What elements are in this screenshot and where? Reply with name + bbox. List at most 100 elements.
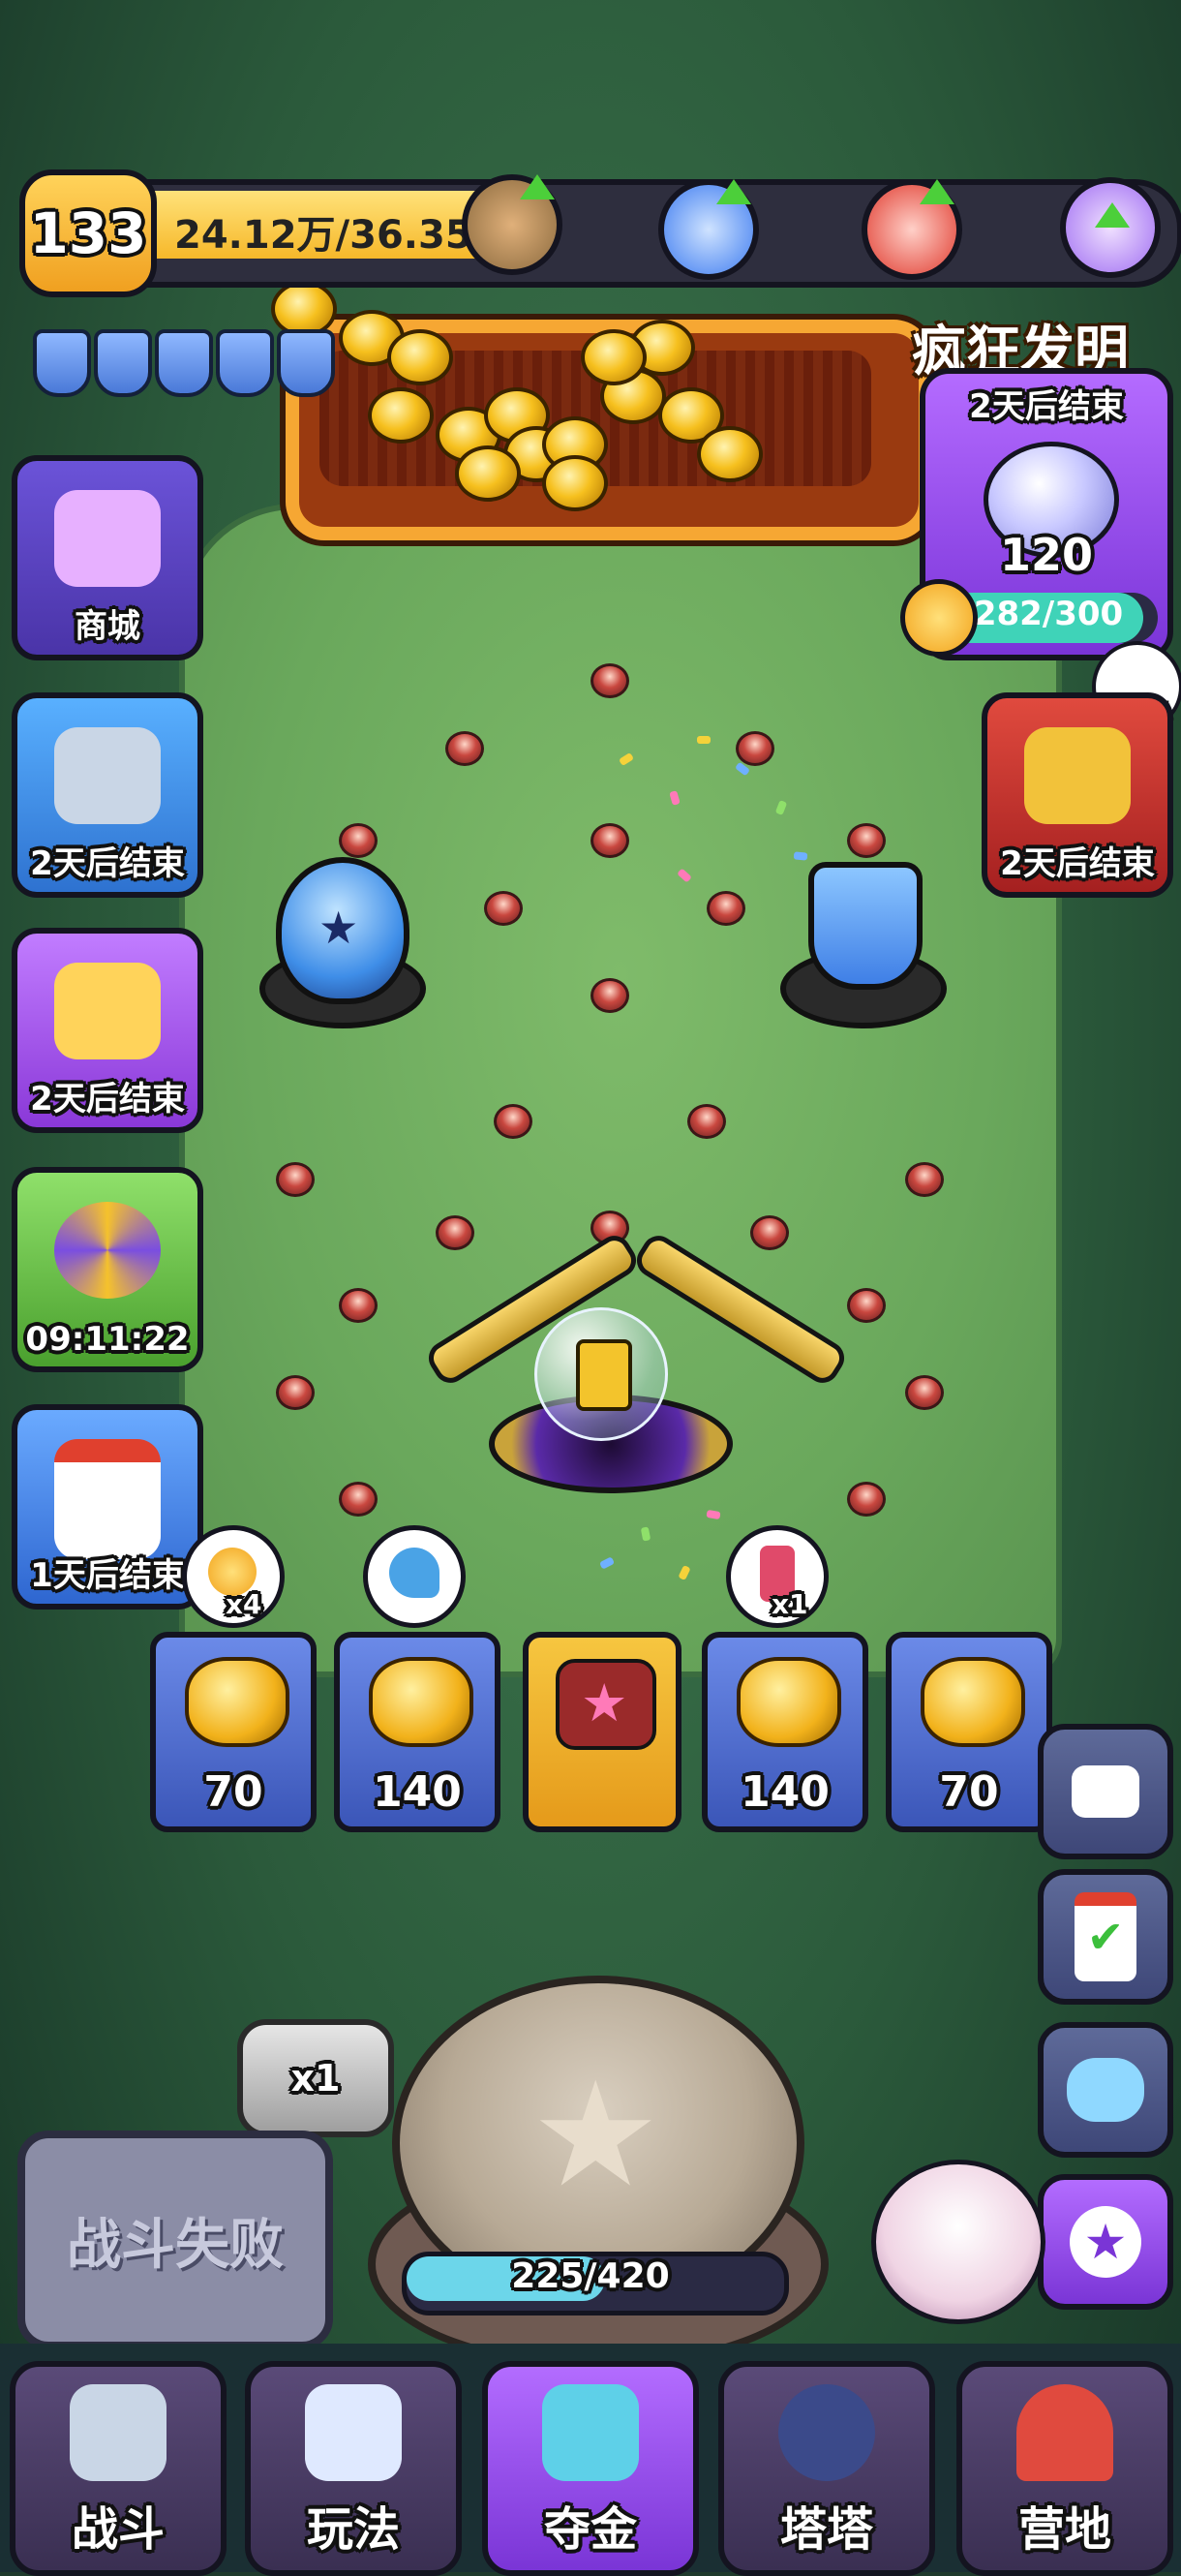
- hammer-icon: [54, 727, 161, 824]
- peg: [590, 978, 629, 1013]
- slot-value: 140: [741, 1767, 830, 1817]
- candy-icon: [581, 329, 647, 385]
- shop-basket-icon: [54, 490, 161, 587]
- shop-label: 商城: [75, 607, 140, 646]
- cat-badge-button[interactable]: ★: [1038, 2174, 1173, 2310]
- star-coin-icon: [900, 579, 978, 657]
- spin-wheel-button[interactable]: 09:11:22: [12, 1167, 203, 1372]
- battle-failed-text: 战斗失败: [67, 2213, 284, 2277]
- candy-icon: [697, 426, 763, 482]
- shield-icon: [33, 329, 91, 397]
- coin-pile-icon: [921, 1657, 1025, 1747]
- crossed-swords-icon: [70, 2384, 167, 2481]
- nav-tab-battle[interactable]: 战斗: [10, 2361, 227, 2576]
- shop-button[interactable]: 商城: [12, 455, 203, 660]
- spin-wheel-timer: 09:11:22: [25, 1320, 190, 1359]
- hammer-event-timer: 2天后结束: [30, 844, 185, 883]
- slot-value: 70: [203, 1767, 263, 1817]
- candy-icon: [368, 387, 434, 444]
- battery-bubble: x1: [726, 1525, 829, 1628]
- coin-pile-icon: [737, 1657, 841, 1747]
- reward-slot: 140: [334, 1632, 500, 1832]
- confetti-piece: [793, 851, 808, 861]
- shield-icon: [277, 329, 335, 397]
- nav-tab-gold-rush[interactable]: 夺金: [482, 2361, 699, 2576]
- water-drop-upgrade-icon[interactable]: [658, 179, 759, 280]
- calendar-event-timer: 1天后结束: [30, 1556, 185, 1595]
- coin-pile-icon: [369, 1657, 473, 1747]
- gold-bar-event-button[interactable]: 2天后结束: [982, 692, 1173, 898]
- peg: [339, 823, 378, 858]
- peg: [445, 731, 484, 766]
- peg: [905, 1162, 944, 1197]
- peg: [590, 663, 629, 698]
- gold-cats-event-button[interactable]: 2天后结束: [12, 928, 203, 1133]
- coin-bubble: x4: [182, 1525, 285, 1628]
- coin-pile-icon: [185, 1657, 289, 1747]
- tent-icon: [1016, 2384, 1113, 2481]
- gold-bar-icon: [1024, 727, 1131, 824]
- shield-icon: [155, 329, 213, 397]
- reward-slot: 70: [150, 1632, 317, 1832]
- peg: [750, 1215, 789, 1250]
- calendar-icon: [54, 1439, 161, 1559]
- peg: [847, 823, 886, 858]
- star-egg-icon[interactable]: ★: [276, 857, 409, 1004]
- slot-value: 140: [373, 1767, 462, 1817]
- purple-upgrade-icon[interactable]: [1060, 177, 1161, 278]
- mystery-slot: ★: [523, 1632, 681, 1832]
- peg: [847, 1482, 886, 1517]
- peg: [276, 1375, 315, 1410]
- event-reward-count: 120: [999, 529, 1094, 581]
- calendar-event-button[interactable]: 1天后结束: [12, 1404, 203, 1610]
- confetti-piece: [697, 736, 711, 744]
- peg: [736, 731, 774, 766]
- energy-text: 225/420: [511, 2256, 670, 2296]
- shield-bonus-icon[interactable]: [808, 862, 923, 990]
- peg: [905, 1375, 944, 1410]
- shield-icon: [216, 329, 274, 397]
- candy-icon: [387, 329, 453, 385]
- nav-tab-label: 塔塔: [779, 2502, 873, 2557]
- nav-tab-label: 战斗: [71, 2502, 165, 2557]
- peg: [494, 1104, 532, 1139]
- hammer-event-button[interactable]: 2天后结束: [12, 692, 203, 898]
- fire-upgrade-icon[interactable]: [862, 179, 962, 280]
- event-timer: 2天后结束: [969, 387, 1124, 426]
- nav-tab-label: 玩法: [306, 2502, 400, 2557]
- peg: [847, 1288, 886, 1323]
- gold-bar-event-timer: 2天后结束: [1000, 844, 1155, 883]
- coin-multiplier: x4: [226, 1588, 262, 1620]
- reward-slot: 140: [702, 1632, 868, 1832]
- peg: [484, 891, 523, 926]
- friends-icon: [1067, 2058, 1144, 2122]
- nav-tab-label: 营地: [1017, 2502, 1111, 2557]
- star-icon: ★: [530, 2051, 661, 2220]
- peg: [590, 823, 629, 858]
- ball-bubble: [534, 1307, 668, 1441]
- peg: [339, 1482, 378, 1517]
- candy-icon: [455, 445, 521, 502]
- multiplier-button[interactable]: x1: [237, 2019, 394, 2137]
- nav-tab-camp[interactable]: 营地: [956, 2361, 1173, 2576]
- spin-wheel-icon: [54, 1202, 161, 1299]
- tasks-button[interactable]: ✔: [1038, 1869, 1173, 2005]
- chat-button[interactable]: [1038, 1724, 1173, 1859]
- gold-cats-icon: [54, 963, 161, 1059]
- friends-button[interactable]: [1038, 2022, 1173, 2158]
- star-icon: ★: [581, 1672, 628, 1733]
- egg-pet-icon[interactable]: [871, 2160, 1045, 2324]
- battle-failed-panel[interactable]: 战斗失败: [17, 2131, 333, 2349]
- mystery-star-icon: ★: [556, 1659, 656, 1750]
- nav-tab-tata[interactable]: 塔塔: [718, 2361, 935, 2576]
- pickaxe-icon: [389, 1548, 439, 1598]
- gift-card-icon: [576, 1339, 632, 1411]
- candy-icon: [542, 455, 608, 511]
- peg: [707, 891, 745, 926]
- pickaxe-bubble: [363, 1525, 466, 1628]
- peg: [436, 1215, 474, 1250]
- player-level-badge[interactable]: 133: [19, 169, 157, 297]
- xp-text: 24.12万/36.35万: [174, 213, 511, 258]
- coin-upgrade-icon[interactable]: [462, 174, 562, 275]
- nav-tab-gameplay[interactable]: 玩法: [245, 2361, 462, 2576]
